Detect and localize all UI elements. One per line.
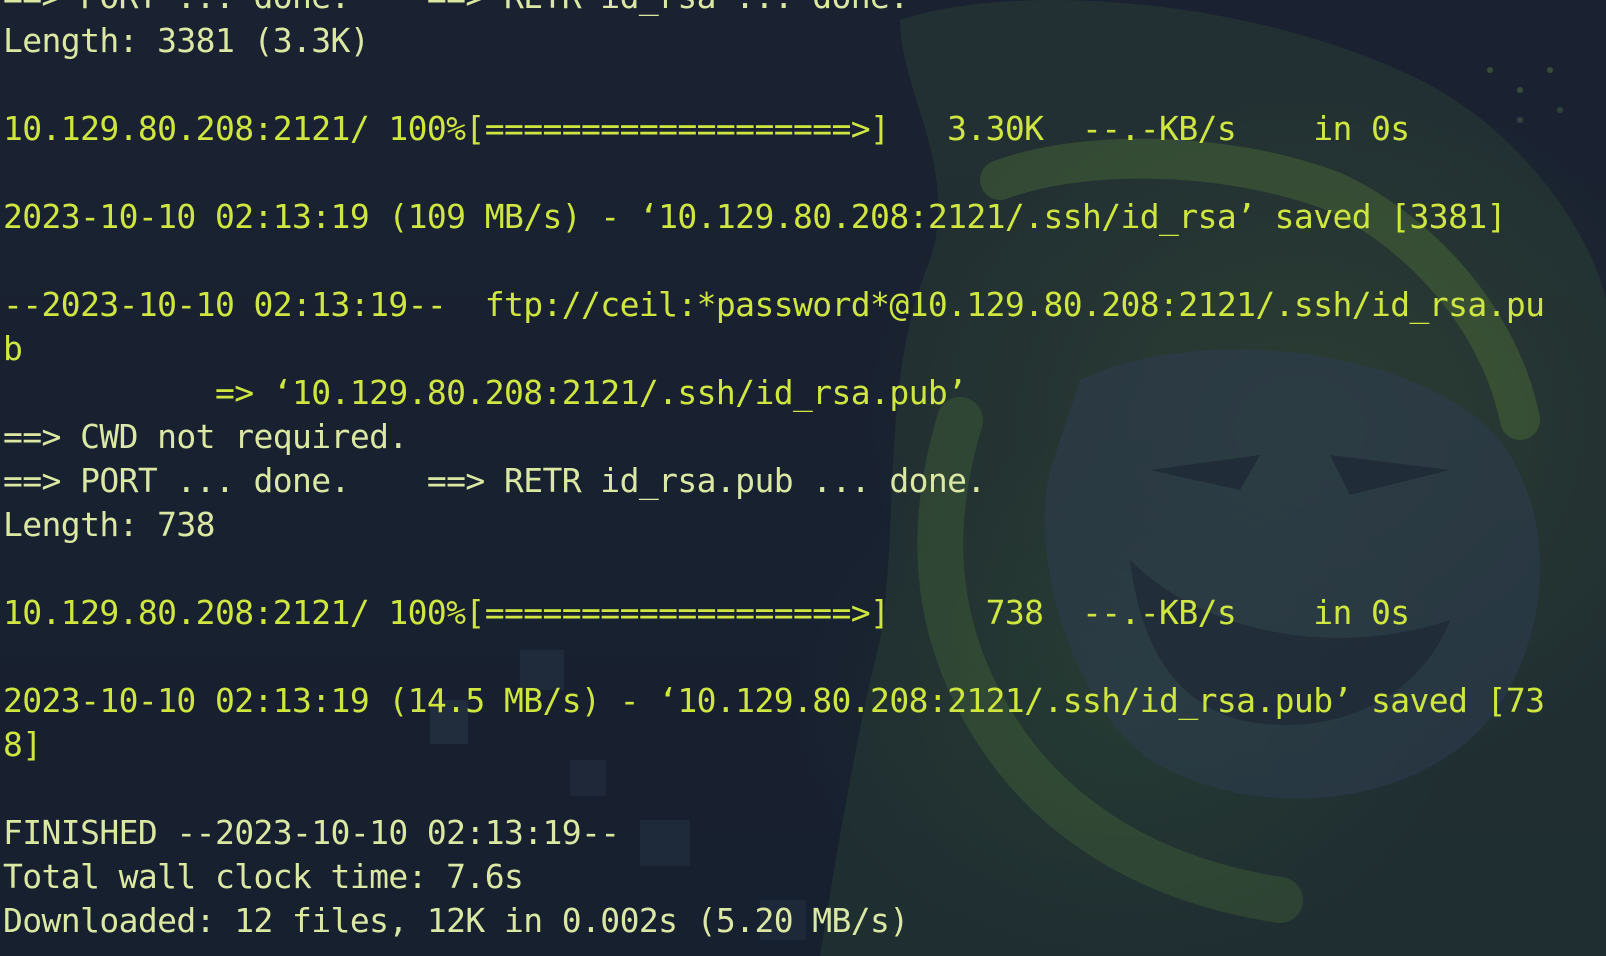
terminal-line: ==> CWD not required. — [3, 417, 408, 456]
terminal-line: --2023-10-10 02:13:19-- ftp://ceil:*pass… — [3, 285, 1545, 324]
terminal-line: => ‘10.129.80.208:2121/.ssh/id_rsa.pub’ — [3, 373, 967, 412]
terminal-line: 8] — [3, 725, 42, 764]
terminal-line: Length: 738 — [3, 505, 216, 544]
terminal-line: ==> PORT ... done. ==> RETR id_rsa ... d… — [3, 0, 1544, 19]
terminal-line: Total wall clock time: 7.6s — [3, 857, 524, 896]
terminal-line: Downloaded: 12 files, 12K in 0.002s (5.2… — [3, 901, 909, 940]
wallpaper-dot — [1547, 67, 1553, 73]
terminal-line: ==> PORT ... done. ==> RETR id_rsa.pub .… — [3, 461, 986, 500]
terminal-window[interactable]: ==> PORT ... done. ==> RETR id_rsa ... d… — [0, 0, 1606, 956]
terminal-line: Length: 3381 (3.3K) — [3, 21, 370, 60]
terminal-line: 10.129.80.208:2121/ 100%[===============… — [3, 593, 1410, 632]
terminal-output[interactable]: ==> PORT ... done. ==> RETR id_rsa ... d… — [3, 0, 1545, 943]
terminal-line: 10.129.80.208:2121/ 100%[===============… — [3, 109, 1410, 148]
terminal-line: 2023-10-10 02:13:19 (109 MB/s) - ‘10.129… — [3, 197, 1506, 236]
terminal-line: b — [3, 329, 23, 368]
wallpaper-dot — [1557, 107, 1563, 113]
terminal-line: 2023-10-10 02:13:19 (14.5 MB/s) - ‘10.12… — [3, 681, 1545, 720]
terminal-line: FINISHED --2023-10-10 02:13:19-- — [3, 813, 620, 852]
